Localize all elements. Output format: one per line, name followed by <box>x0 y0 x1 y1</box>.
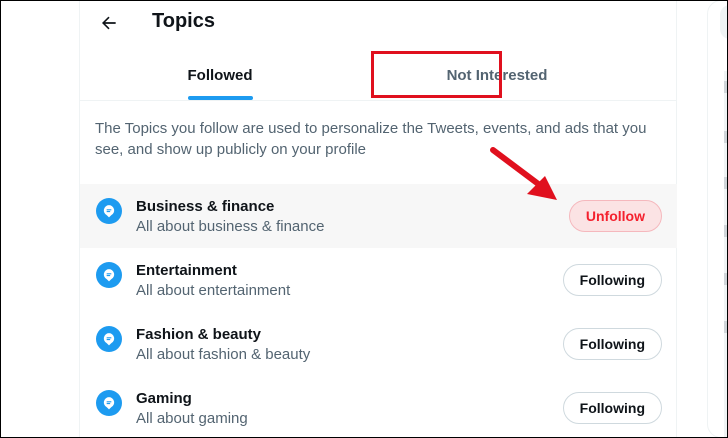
unfollow-button[interactable]: Unfollow <box>568 200 662 232</box>
topic-subtitle: All about fashion & beauty <box>136 346 311 363</box>
panel-mark <box>724 177 728 189</box>
annotation-arrow <box>490 147 557 200</box>
topics-description: The Topics you follow are used to person… <box>95 120 647 158</box>
panel-mark <box>724 321 728 333</box>
topic-name: Business & finance <box>136 198 275 215</box>
right-panel-edge <box>707 0 728 438</box>
topic-subtitle: All about gaming <box>136 410 248 427</box>
following-button[interactable]: Following <box>562 392 662 424</box>
panel-bar <box>724 71 728 438</box>
topic-name: Entertainment <box>136 262 237 279</box>
topic-name: Gaming <box>136 390 192 407</box>
active-tab-indicator <box>188 96 253 100</box>
panel-mark <box>724 225 728 237</box>
topic-row[interactable]: Business & finance All about business & … <box>80 184 678 248</box>
following-button[interactable]: Following <box>562 328 662 360</box>
topic-row[interactable]: Entertainment All about entertainment Fo… <box>80 248 678 312</box>
topic-subtitle: All about business & finance <box>136 218 325 235</box>
topic-bubble-icon <box>96 326 122 352</box>
topic-row[interactable]: Gaming All about gaming Following <box>80 376 678 438</box>
topic-row[interactable]: Fashion & beauty All about fashion & bea… <box>80 312 678 376</box>
annotation-highlight-box <box>371 51 502 98</box>
topic-bubble-icon <box>96 262 122 288</box>
page-header: Topics <box>80 0 678 46</box>
topic-bubble-icon <box>96 198 122 224</box>
panel-mark <box>724 273 728 285</box>
search-pill-edge <box>720 5 728 39</box>
tab-followed[interactable]: Followed <box>140 50 300 101</box>
page-title: Topics <box>152 10 215 32</box>
topic-bubble-icon <box>96 390 122 416</box>
topic-name: Fashion & beauty <box>136 326 262 343</box>
topic-subtitle: All about entertainment <box>136 282 291 299</box>
following-button[interactable]: Following <box>562 264 662 296</box>
arrow-left-icon <box>102 16 116 30</box>
left-sidebar-area <box>0 0 79 438</box>
panel-mark <box>724 81 728 93</box>
back-button[interactable] <box>92 6 126 40</box>
panel-mark <box>724 131 728 143</box>
